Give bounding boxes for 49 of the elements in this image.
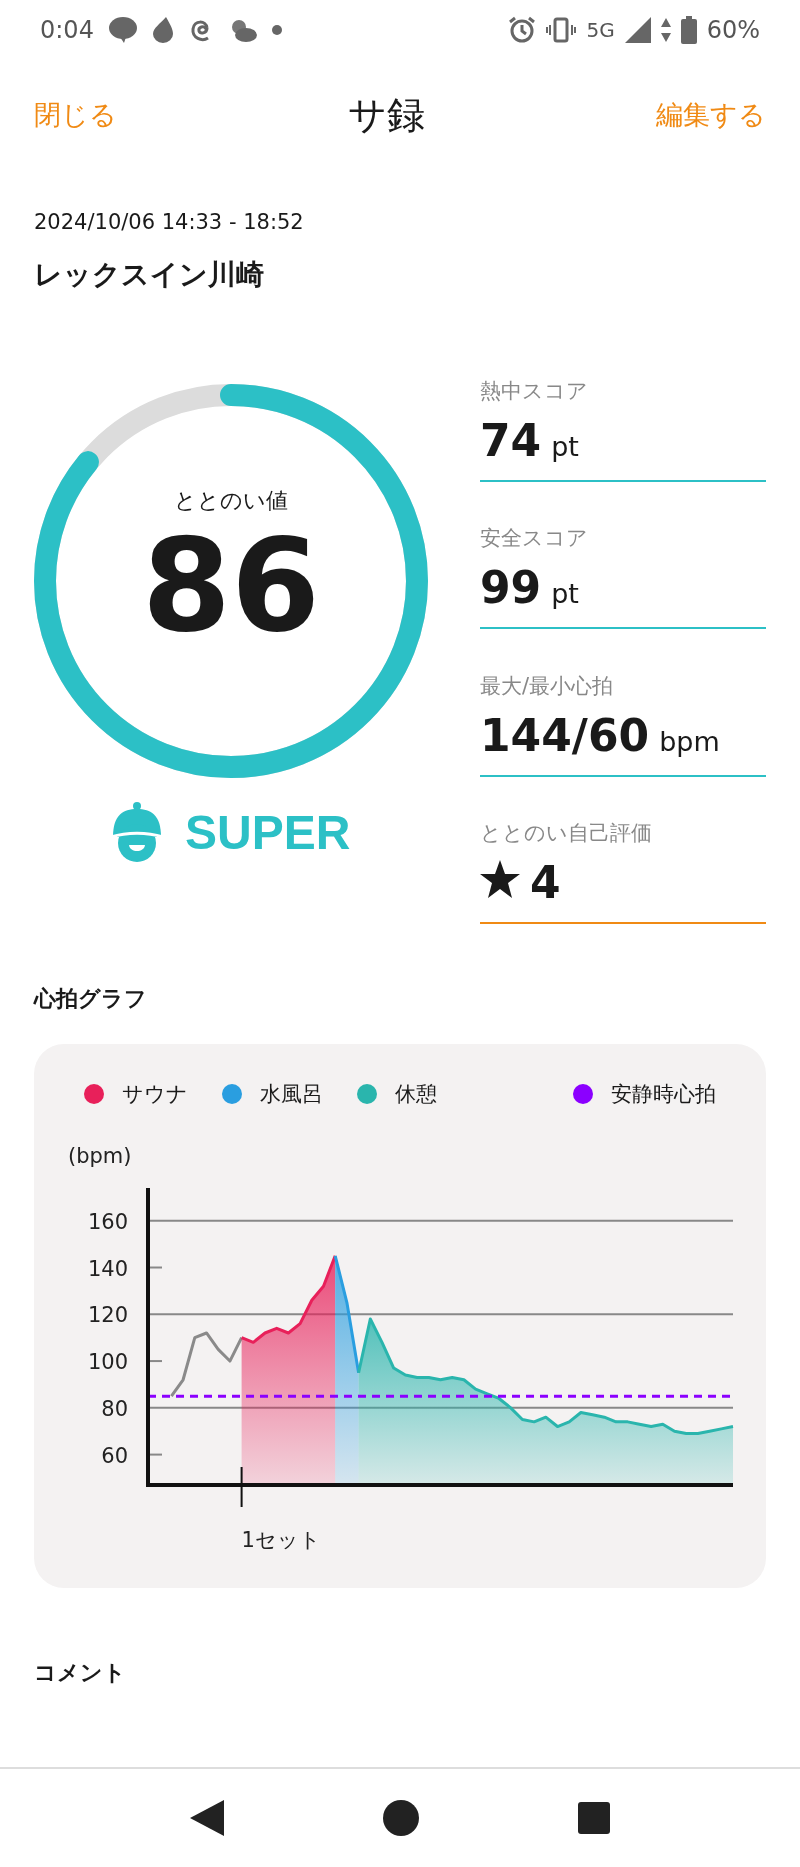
stat-label: 最大/最小心拍 [480, 672, 615, 700]
legend-label: 水風呂 [260, 1081, 323, 1108]
edit-button[interactable]: 編集する [656, 97, 766, 133]
star-icon [480, 860, 520, 898]
drop-icon [151, 16, 174, 44]
data-arrows-icon [660, 18, 671, 42]
y-tick-label: 100 [87, 1350, 128, 1375]
signal-icon [624, 17, 651, 43]
notification-dot-icon [271, 25, 282, 35]
clock-time: 0:04 [40, 16, 94, 44]
recents-icon[interactable] [578, 1802, 611, 1834]
section-title: 心拍グラフ [34, 985, 148, 1013]
y-tick-label: 60 [101, 1443, 128, 1468]
legend-label: 休憩 [395, 1081, 437, 1108]
network-label: 5G [586, 18, 615, 42]
alarm-icon [508, 16, 537, 44]
gauge-label: ととのい値 [174, 486, 288, 515]
stat-unit: pt [551, 430, 579, 462]
set-label: 1セット [241, 1528, 321, 1552]
stat-label: 熱中スコア [480, 377, 589, 405]
vibrate-icon [546, 17, 577, 43]
stat-unit: pt [551, 578, 579, 609]
tick-mark [240, 1466, 243, 1508]
gauge-value: 86 [141, 515, 321, 657]
stat-value: 99 [480, 562, 542, 613]
chat-bubble-icon [107, 16, 138, 44]
session-datetime: 2024/10/06 14:33 - 18:52 [34, 210, 305, 234]
rank-label: SUPER [185, 804, 351, 860]
stat-value: 144/60 [480, 709, 650, 761]
stat-unit: bpm [659, 725, 720, 757]
stat-label: ととのい自己評価 [480, 820, 653, 847]
stat-value: 74 [480, 414, 542, 466]
page-title: サ録 [348, 91, 425, 139]
close-button[interactable]: 閉じる [34, 97, 117, 133]
venue-name: レックスイン川崎 [34, 257, 265, 293]
stat-label: 安全スコア [480, 525, 589, 552]
battery-level: 60% [706, 16, 760, 44]
y-tick-label: 80 [101, 1396, 128, 1421]
back-icon[interactable] [189, 1800, 224, 1836]
y-tick-label: 160 [87, 1209, 128, 1234]
legend-label: サウナ [122, 1081, 188, 1108]
stat-value: 4 [530, 857, 561, 908]
legend-label: 安静時心拍 [611, 1081, 716, 1108]
home-icon[interactable] [383, 1800, 419, 1836]
section-title: コメント [34, 1659, 127, 1687]
axis-unit-label: (bpm) [68, 1144, 132, 1168]
battery-icon [680, 16, 697, 44]
y-tick-label: 120 [87, 1303, 128, 1328]
y-tick-label: 140 [87, 1256, 128, 1281]
